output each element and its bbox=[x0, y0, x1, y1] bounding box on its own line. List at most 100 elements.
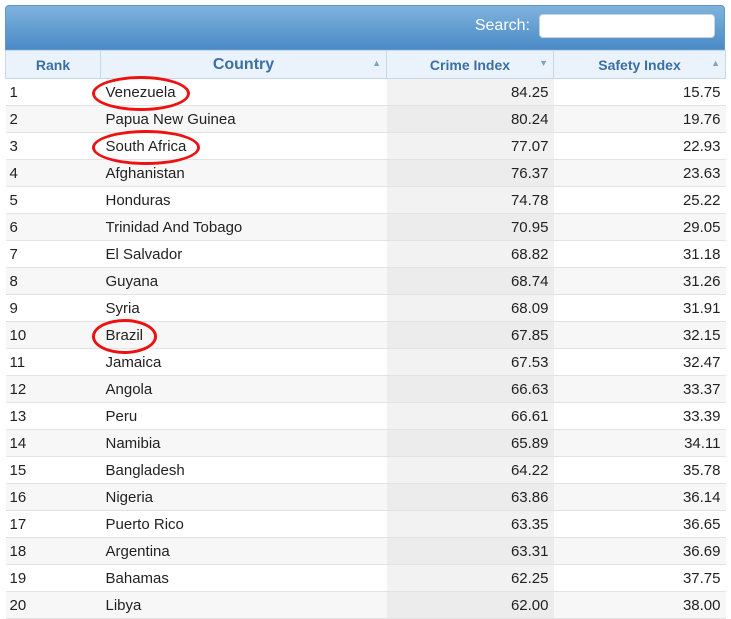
crime-index-cell: 66.61 bbox=[386, 402, 554, 430]
safety-index-cell: 22.93 bbox=[553, 132, 726, 160]
column-header-crime-index[interactable]: Crime Index ▼ bbox=[386, 50, 554, 79]
rank-cell: 1 bbox=[5, 78, 101, 106]
table-row[interactable]: 9 Syria 68.09 31.91 bbox=[5, 294, 726, 322]
table-row[interactable]: 7 El Salvador 68.82 31.18 bbox=[5, 240, 726, 268]
sort-ascending-icon: ▲ bbox=[372, 58, 381, 68]
safety-index-cell: 33.39 bbox=[553, 402, 726, 430]
table-row[interactable]: 15 Bangladesh 64.22 35.78 bbox=[5, 456, 726, 484]
crime-index-cell: 76.37 bbox=[386, 159, 554, 187]
country-cell: Honduras bbox=[100, 186, 387, 214]
table-row[interactable]: 6 Trinidad And Tobago 70.95 29.05 bbox=[5, 213, 726, 241]
search-label: Search: bbox=[474, 17, 530, 34]
rank-cell: 15 bbox=[5, 456, 101, 484]
table-row[interactable]: 12 Angola 66.63 33.37 bbox=[5, 375, 726, 403]
rank-cell: 16 bbox=[5, 483, 101, 511]
rank-cell: 7 bbox=[5, 240, 101, 268]
safety-index-cell: 34.11 bbox=[553, 429, 726, 457]
rank-cell: 12 bbox=[5, 375, 101, 403]
table-row[interactable]: 11 Jamaica 67.53 32.47 bbox=[5, 348, 726, 376]
crime-index-cell: 65.89 bbox=[386, 429, 554, 457]
safety-index-cell: 31.26 bbox=[553, 267, 726, 295]
country-cell: Afghanistan bbox=[100, 159, 387, 187]
safety-index-cell: 37.75 bbox=[553, 564, 726, 592]
safety-index-cell: 25.22 bbox=[553, 186, 726, 214]
column-header-country[interactable]: Country ▲ bbox=[100, 50, 387, 79]
table-row[interactable]: 5 Honduras 74.78 25.22 bbox=[5, 186, 726, 214]
table-row[interactable]: 18 Argentina 63.31 36.69 bbox=[5, 537, 726, 565]
country-cell: Bangladesh bbox=[100, 456, 387, 484]
table-row[interactable]: 13 Peru 66.61 33.39 bbox=[5, 402, 726, 430]
rank-cell: 20 bbox=[5, 591, 101, 619]
safety-index-cell: 31.18 bbox=[553, 240, 726, 268]
safety-index-cell: 38.00 bbox=[553, 591, 726, 619]
table-row[interactable]: 14 Namibia 65.89 34.11 bbox=[5, 429, 726, 457]
country-cell: Guyana bbox=[100, 267, 387, 295]
crime-index-cell: 63.31 bbox=[386, 537, 554, 565]
crime-index-table-widget: Search: Rank Country ▲ Crime Index ▼ Saf… bbox=[5, 5, 726, 619]
table-row[interactable]: 1 Venezuela 84.25 15.75 bbox=[5, 78, 726, 106]
rank-cell: 3 bbox=[5, 132, 101, 160]
country-cell: Venezuela bbox=[100, 78, 387, 106]
crime-index-cell: 64.22 bbox=[386, 456, 554, 484]
safety-index-cell: 31.91 bbox=[553, 294, 726, 322]
safety-index-cell: 35.78 bbox=[553, 456, 726, 484]
sort-ascending-icon: ▲ bbox=[711, 58, 720, 68]
table-row[interactable]: 8 Guyana 68.74 31.26 bbox=[5, 267, 726, 295]
column-header-safety-index[interactable]: Safety Index ▲ bbox=[553, 50, 726, 79]
safety-index-cell: 19.76 bbox=[553, 105, 726, 133]
table-row[interactable]: 20 Libya 62.00 38.00 bbox=[5, 591, 726, 619]
crime-index-cell: 66.63 bbox=[386, 375, 554, 403]
table-row[interactable]: 2 Papua New Guinea 80.24 19.76 bbox=[5, 105, 726, 133]
crime-index-cell: 84.25 bbox=[386, 78, 554, 106]
safety-index-cell: 36.69 bbox=[553, 537, 726, 565]
safety-index-cell: 36.65 bbox=[553, 510, 726, 538]
table-row[interactable]: 3 South Africa 77.07 22.93 bbox=[5, 132, 726, 160]
column-header-label: Crime Index bbox=[429, 56, 511, 73]
rank-cell: 6 bbox=[5, 213, 101, 241]
safety-index-cell: 36.14 bbox=[553, 483, 726, 511]
search-input[interactable] bbox=[539, 14, 715, 38]
safety-index-cell: 33.37 bbox=[553, 375, 726, 403]
crime-index-cell: 70.95 bbox=[386, 213, 554, 241]
country-cell: El Salvador bbox=[100, 240, 387, 268]
rank-cell: 11 bbox=[5, 348, 101, 376]
crime-index-cell: 62.25 bbox=[386, 564, 554, 592]
table-row[interactable]: 16 Nigeria 63.86 36.14 bbox=[5, 483, 726, 511]
country-cell: Libya bbox=[100, 591, 387, 619]
country-cell: Nigeria bbox=[100, 483, 387, 511]
safety-index-cell: 23.63 bbox=[553, 159, 726, 187]
table-row[interactable]: 17 Puerto Rico 63.35 36.65 bbox=[5, 510, 726, 538]
country-cell: Puerto Rico bbox=[100, 510, 387, 538]
safety-index-cell: 32.47 bbox=[553, 348, 726, 376]
safety-index-cell: 32.15 bbox=[553, 321, 726, 349]
rank-cell: 9 bbox=[5, 294, 101, 322]
country-cell: Namibia bbox=[100, 429, 387, 457]
rank-cell: 5 bbox=[5, 186, 101, 214]
table-header-row: Rank Country ▲ Crime Index ▼ Safety Inde… bbox=[5, 50, 726, 79]
crime-index-table: Rank Country ▲ Crime Index ▼ Safety Inde… bbox=[5, 50, 726, 619]
rank-cell: 10 bbox=[5, 321, 101, 349]
crime-index-cell: 74.78 bbox=[386, 186, 554, 214]
rank-cell: 19 bbox=[5, 564, 101, 592]
column-header-rank[interactable]: Rank bbox=[5, 50, 101, 79]
table-toolbar: Search: bbox=[5, 5, 725, 50]
country-cell: Brazil bbox=[100, 321, 387, 349]
table-row[interactable]: 10 Brazil 67.85 32.15 bbox=[5, 321, 726, 349]
country-cell: Angola bbox=[100, 375, 387, 403]
crime-index-cell: 67.53 bbox=[386, 348, 554, 376]
country-cell: Jamaica bbox=[100, 348, 387, 376]
crime-index-cell: 63.86 bbox=[386, 483, 554, 511]
country-cell: Bahamas bbox=[100, 564, 387, 592]
crime-index-cell: 80.24 bbox=[386, 105, 554, 133]
country-cell: Papua New Guinea bbox=[100, 105, 387, 133]
column-header-label: Country bbox=[212, 55, 275, 73]
crime-index-cell: 63.35 bbox=[386, 510, 554, 538]
rank-cell: 18 bbox=[5, 537, 101, 565]
crime-index-cell: 68.09 bbox=[386, 294, 554, 322]
table-row[interactable]: 19 Bahamas 62.25 37.75 bbox=[5, 564, 726, 592]
safety-index-cell: 29.05 bbox=[553, 213, 726, 241]
column-header-label: Safety Index bbox=[598, 56, 681, 73]
country-cell: South Africa bbox=[100, 132, 387, 160]
table-row[interactable]: 4 Afghanistan 76.37 23.63 bbox=[5, 159, 726, 187]
crime-index-cell: 68.82 bbox=[386, 240, 554, 268]
